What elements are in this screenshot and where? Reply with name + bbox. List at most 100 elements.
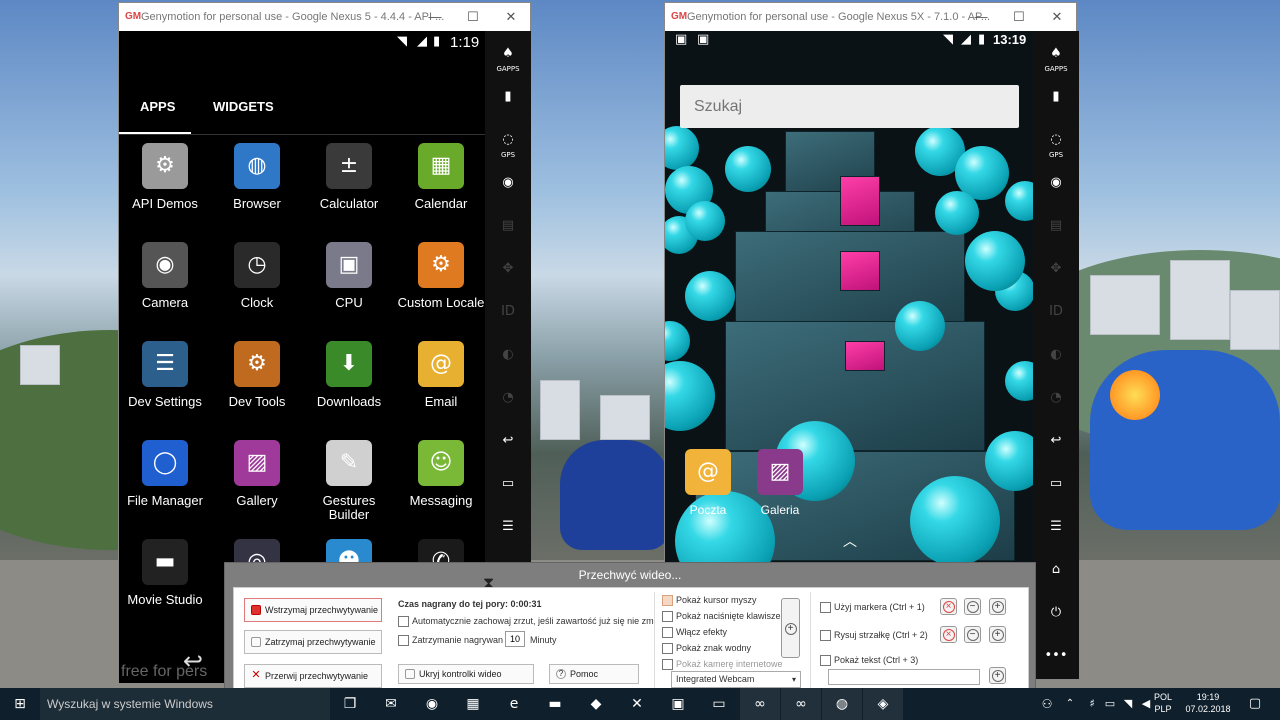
app-10[interactable]: ⬇ Downloads xyxy=(303,341,395,409)
stop-capture-button[interactable]: Zatrzymaj przechwytywanie xyxy=(244,630,382,654)
game-icon[interactable]: ◆ xyxy=(576,688,616,720)
option-checkbox-2[interactable]: Włącz efekty xyxy=(662,626,727,638)
close-button[interactable]: ✕ xyxy=(1038,3,1076,31)
mail-app-icon[interactable]: ✉ xyxy=(371,688,411,720)
shortcut-1[interactable]: ▨ Galeria xyxy=(737,449,823,517)
arrow-plus-button[interactable]: + xyxy=(989,626,1006,643)
battery-icon[interactable]: ▮ xyxy=(1033,80,1079,114)
power-icon[interactable]: ⏻ xyxy=(1033,596,1079,630)
arrow-clear-button[interactable]: × xyxy=(940,626,957,643)
overlay-text-input[interactable] xyxy=(828,669,980,685)
close-button[interactable]: ✕ xyxy=(492,3,530,31)
taskbar-search-box[interactable]: Wyszukaj w systemie Windows xyxy=(40,688,330,720)
app-0[interactable]: ⚙ API Demos xyxy=(119,143,211,211)
app-13[interactable]: ▨ Gallery xyxy=(211,440,303,508)
calculator-app-icon[interactable]: ▦ xyxy=(453,688,493,720)
text-plus-button[interactable]: + xyxy=(989,667,1006,684)
battery-tray-icon[interactable]: ▭ xyxy=(1100,688,1120,720)
windows-start-icon[interactable]: ⊞ xyxy=(0,688,40,720)
add-option-button[interactable]: + xyxy=(781,598,800,658)
clock[interactable]: 19:19 07.02.2018 xyxy=(1180,691,1236,715)
explorer-icon[interactable]: ▬ xyxy=(535,688,575,720)
maximize-button[interactable]: ☐ xyxy=(454,3,492,31)
stop-recording-checkbox[interactable]: Zatrzymanie nagrywan xyxy=(398,634,503,646)
marker-clear-button[interactable]: × xyxy=(940,598,957,615)
battery-icon[interactable]: ▮ xyxy=(485,80,531,114)
webcam-icon[interactable]: ◉ xyxy=(1033,166,1079,200)
gps-icon[interactable]: ◌ GPS xyxy=(1033,123,1079,159)
task-view-icon[interactable]: ❐ xyxy=(330,688,370,720)
tab-widgets[interactable]: WIDGETS xyxy=(213,99,274,114)
tab-apps[interactable]: APPS xyxy=(140,99,175,114)
chrome-icon[interactable]: ◍ xyxy=(822,688,862,720)
gapps-icon[interactable]: ♠ GAPPS xyxy=(485,37,531,73)
arrow-checkbox[interactable]: Rysuj strzałkę (Ctrl + 2) xyxy=(820,629,928,641)
gps-icon[interactable]: ◌ GPS xyxy=(485,123,531,159)
recorder-icon[interactable]: ◈ xyxy=(863,688,903,720)
text-checkbox[interactable]: Pokaż tekst (Ctrl + 3) xyxy=(820,654,918,666)
menu-icon[interactable]: ☰ xyxy=(485,510,531,544)
marker-plus-button[interactable]: + xyxy=(989,598,1006,615)
folder-icon[interactable]: ▭ xyxy=(699,688,739,720)
pause-capture-button[interactable]: Wstrzymaj przechwytywanie xyxy=(244,598,382,622)
app-4[interactable]: ◉ Camera xyxy=(119,242,211,310)
recent-apps-icon[interactable]: ▭ xyxy=(1033,467,1079,501)
back-icon[interactable]: ↩ xyxy=(1033,424,1079,458)
webcam-icon[interactable]: ◉ xyxy=(485,166,531,200)
nav-back-icon[interactable]: ↩ xyxy=(183,647,203,675)
people-icon[interactable]: ⚇ xyxy=(1032,688,1062,720)
tools-icon[interactable]: ✕ xyxy=(617,688,657,720)
marker-checkbox[interactable]: Użyj markera (Ctrl + 1) xyxy=(820,601,925,613)
genymotion-app-icon[interactable]: ∞ xyxy=(781,688,821,720)
id-icon-glyph: ID xyxy=(1049,304,1063,319)
app-5[interactable]: ◷ Clock xyxy=(211,242,303,310)
app-6[interactable]: ▣ CPU xyxy=(303,242,395,310)
option-checkbox-3[interactable]: Pokaż znak wodny xyxy=(662,642,751,654)
option-checkbox-0[interactable]: Pokaż kursor myszy xyxy=(662,594,757,606)
language-indicator[interactable]: POL PLP xyxy=(1152,691,1174,715)
app-3[interactable]: ▦ Calendar xyxy=(395,143,485,211)
tray-chevron-icon[interactable]: ⌃ xyxy=(1060,688,1080,720)
app-label: Custom Locale xyxy=(397,295,485,310)
app-2[interactable]: ± Calculator xyxy=(303,143,395,211)
app-15[interactable]: ☺ Messaging xyxy=(395,440,485,508)
app-8[interactable]: ☰ Dev Settings xyxy=(119,341,211,409)
back-icon[interactable]: ↩ xyxy=(485,424,531,458)
app-9[interactable]: ⚙ Dev Tools xyxy=(211,341,303,409)
webcam-select[interactable]: Integrated Webcam ▾ xyxy=(671,671,801,688)
genymotion-icon[interactable]: ∞ xyxy=(740,688,780,720)
app-7[interactable]: ⚙ Custom Locale xyxy=(395,242,485,310)
home-icon[interactable]: ⌂ xyxy=(1033,553,1079,587)
recent-apps-icon[interactable]: ▭ xyxy=(485,467,531,501)
minutes-input[interactable]: 10 xyxy=(505,631,525,647)
app-12[interactable]: ◯ File Manager xyxy=(119,440,211,508)
minimize-button[interactable]: — xyxy=(962,3,1000,31)
option-checkbox-1[interactable]: Pokaż naciśnięte klawisze xyxy=(662,610,781,622)
app-1[interactable]: ◍ Browser xyxy=(211,143,303,211)
app-16[interactable]: ▬ Movie Studio xyxy=(119,539,211,607)
firefox-icon[interactable]: ◉ xyxy=(412,688,452,720)
help-button[interactable]: ? Pomoc xyxy=(549,664,639,684)
notifications-icon[interactable]: ▢ xyxy=(1240,688,1270,720)
screen-icon[interactable]: ▣ xyxy=(658,688,698,720)
gapps-icon[interactable]: ♠ GAPPS xyxy=(1033,37,1079,73)
dialog-title[interactable]: Przechwyć wideo... xyxy=(225,563,1035,587)
network-icon[interactable]: ♯ xyxy=(1082,688,1102,720)
marker-label: Użyj markera (Ctrl + 1) xyxy=(834,602,925,612)
arrow-minus-button[interactable]: − xyxy=(964,626,981,643)
marker-minus-button[interactable]: − xyxy=(964,598,981,615)
minimize-button[interactable]: — xyxy=(416,3,454,31)
app-11[interactable]: @ Email xyxy=(395,341,485,409)
app-drawer-chevron-icon[interactable]: ︿ xyxy=(843,531,857,551)
search-bar[interactable]: Szukaj xyxy=(680,85,1019,128)
edge-icon[interactable]: e xyxy=(494,688,534,720)
maximize-button[interactable]: ☐ xyxy=(1000,3,1038,31)
hide-controls-button[interactable]: Ukryj kontrolki wideo xyxy=(398,664,534,684)
auto-save-checkbox[interactable]: Automatycznie zachowaj zrzut, jeśli zawa… xyxy=(398,615,654,627)
abort-capture-button[interactable]: ✕ Przerwij przechwytywanie xyxy=(244,664,382,688)
menu-icon[interactable]: ☰ xyxy=(1033,510,1079,544)
id-icon-glyph: ID xyxy=(501,304,515,319)
app-14[interactable]: ✎ Gestures Builder xyxy=(303,440,395,522)
wifi-tray-icon[interactable]: ◥ xyxy=(1118,688,1138,720)
more-icon[interactable]: ••• xyxy=(1033,639,1079,673)
